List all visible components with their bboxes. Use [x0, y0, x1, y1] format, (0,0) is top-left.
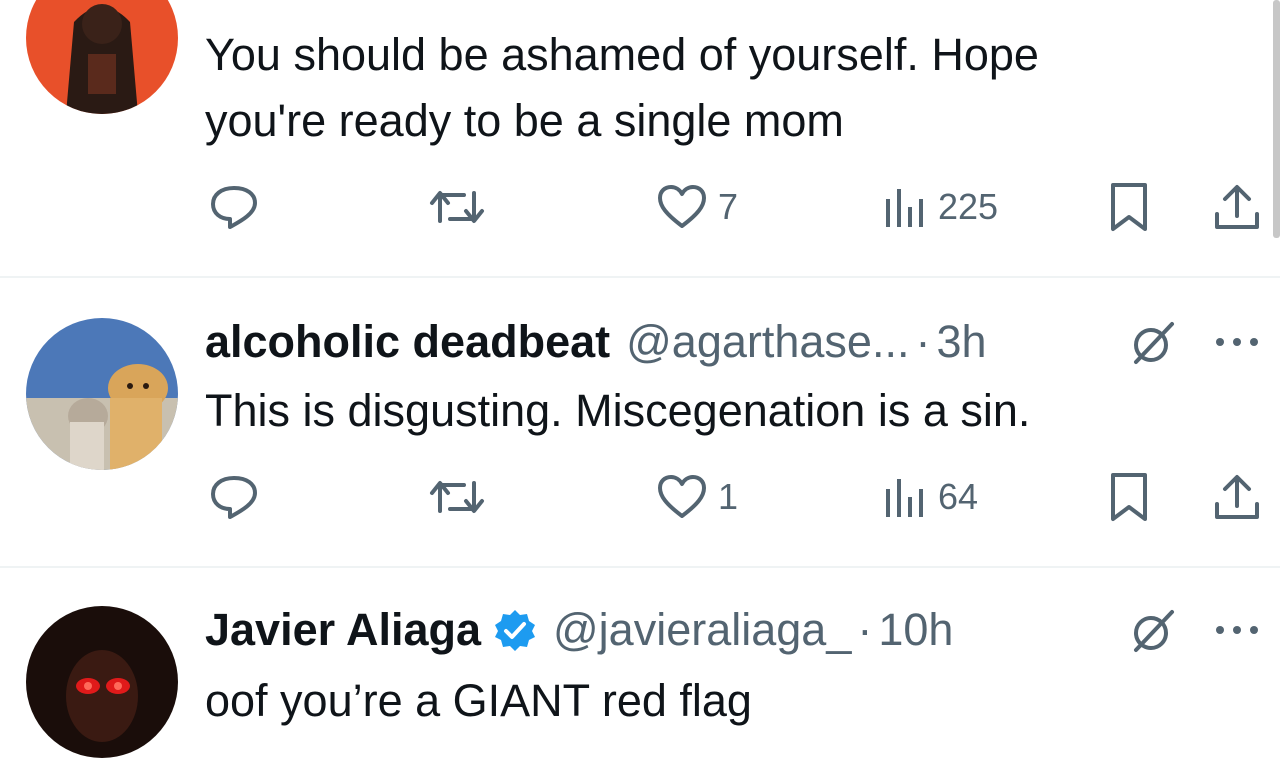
share-upload-icon	[1215, 475, 1259, 519]
speech-bubble-icon	[211, 186, 257, 229]
more-options-button[interactable]	[1212, 620, 1262, 640]
tweet-text-line: you're ready to be a single mom	[205, 95, 844, 146]
tweet-text: oof you’re a GIANT red flag	[205, 668, 752, 734]
view-count: 225	[938, 186, 999, 227]
bar-chart-icon	[886, 479, 923, 517]
tweet-header: alcoholic deadbeat @agarthase... · 3h	[205, 316, 987, 368]
tweet-1[interactable]: You should be ashamed of yourself. Hope …	[0, 0, 1280, 278]
like-count: 7	[718, 186, 739, 227]
avatar[interactable]	[26, 606, 178, 758]
username[interactable]: @javieraliaga_	[553, 604, 851, 656]
share-upload-icon	[1215, 185, 1259, 229]
bookmark-icon	[1111, 183, 1147, 231]
repost-arrows-icon	[430, 191, 484, 223]
tweet-header: Javier Aliaga @javieraliaga_ · 10h	[205, 604, 953, 656]
bookmark-button[interactable]	[1106, 472, 1152, 522]
ellipsis-icon	[1216, 338, 1258, 346]
tweet-text-line: oof you’re a GIANT red flag	[205, 675, 752, 726]
reply-button[interactable]	[208, 182, 260, 232]
speech-bubble-icon	[211, 476, 257, 519]
like-button[interactable]: 1	[656, 472, 738, 522]
share-button[interactable]	[1212, 472, 1262, 522]
grok-button[interactable]	[1130, 608, 1176, 654]
timestamp[interactable]: 3h	[936, 316, 986, 368]
more-options-button[interactable]	[1212, 332, 1262, 352]
separator-dot: ·	[857, 604, 873, 655]
repost-arrows-icon	[430, 481, 484, 513]
bookmark-button[interactable]	[1106, 182, 1152, 232]
display-name[interactable]: Javier Aliaga	[205, 604, 481, 656]
repost-button[interactable]	[428, 472, 486, 522]
reply-button[interactable]	[208, 472, 260, 522]
timestamp[interactable]: 10h	[878, 604, 953, 656]
scrollbar[interactable]	[1273, 0, 1280, 238]
grok-slash-icon	[1134, 322, 1174, 364]
heart-icon	[658, 185, 706, 228]
view-count: 64	[938, 476, 979, 517]
ellipsis-icon	[1216, 626, 1258, 634]
repost-button[interactable]	[428, 182, 486, 232]
bookmark-icon	[1111, 473, 1147, 521]
heart-icon	[658, 475, 706, 518]
avatar[interactable]	[26, 318, 178, 470]
like-count: 1	[718, 476, 739, 517]
grok-button[interactable]	[1130, 320, 1176, 366]
avatar[interactable]	[26, 0, 178, 114]
bar-chart-icon	[886, 189, 923, 227]
username[interactable]: @agarthase...	[626, 316, 909, 368]
share-button[interactable]	[1212, 182, 1262, 232]
separator-dot: ·	[915, 316, 931, 367]
views-button[interactable]: 64	[882, 472, 978, 522]
tweet-3[interactable]: Javier Aliaga @javieraliaga_ · 10h oof y…	[0, 568, 1280, 758]
tweet-text: This is disgusting. Miscegenation is a s…	[205, 378, 1030, 444]
tweet-text-line: This is disgusting. Miscegenation is a s…	[205, 385, 1031, 436]
tweet-text: You should be ashamed of yourself. Hope …	[205, 22, 1039, 154]
grok-slash-icon	[1134, 610, 1174, 652]
display-name[interactable]: alcoholic deadbeat	[205, 316, 610, 368]
tweet-2[interactable]: alcoholic deadbeat @agarthase... · 3h Th…	[0, 278, 1280, 566]
tweet-text-line: You should be ashamed of yourself. Hope	[205, 29, 1039, 80]
verified-badge-icon	[495, 610, 535, 651]
like-button[interactable]: 7	[656, 182, 738, 232]
views-button[interactable]: 225	[882, 182, 998, 232]
